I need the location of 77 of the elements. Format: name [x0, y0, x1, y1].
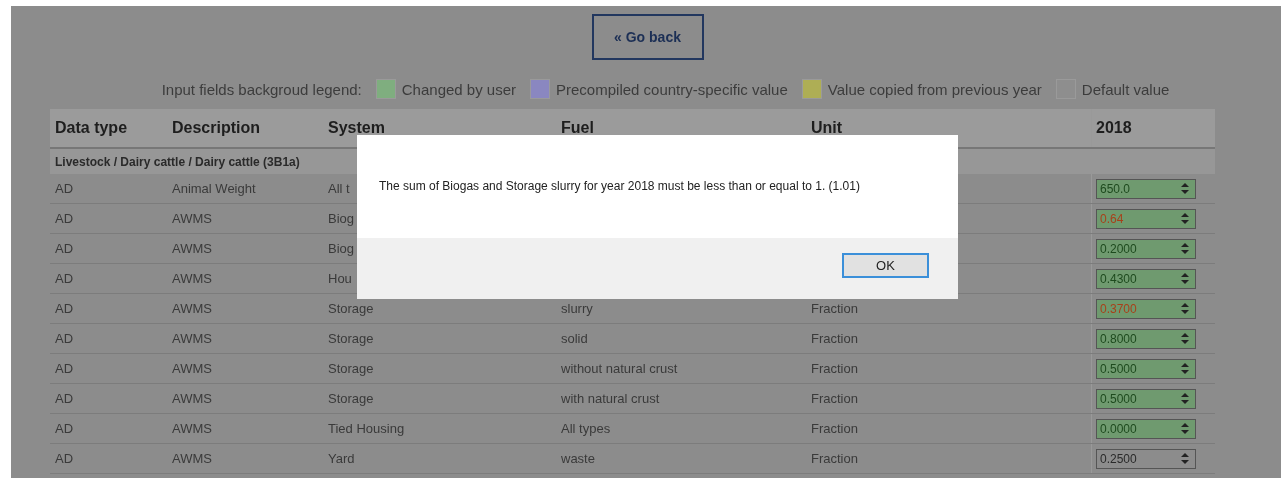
table-cell: Biog — [328, 241, 355, 256]
ok-button[interactable]: OK — [842, 253, 929, 278]
table-cell: without natural crust — [561, 361, 678, 376]
table-cell: Yard — [328, 451, 355, 466]
table-cell-text: AWMS — [171, 271, 213, 286]
table-cell: Fraction — [811, 301, 858, 316]
column-header: Data type — [54, 119, 129, 137]
table-cell-text: AD — [54, 391, 75, 406]
table-cell: Fraction — [811, 451, 858, 466]
table-cell: with natural crust — [561, 391, 660, 406]
table-cell: solid — [561, 331, 588, 346]
table-cell: Fraction — [811, 391, 858, 406]
number-input[interactable]: 0.0000 — [1096, 418, 1196, 439]
table-cell-text: AD — [54, 271, 75, 286]
table-cell-text: AD — [54, 331, 75, 346]
number-input[interactable]: 650.0 — [1096, 178, 1196, 199]
spinner-icon[interactable] — [1181, 363, 1189, 374]
table-cell-text: AWMS — [171, 421, 213, 436]
column-header: Fuel — [561, 119, 595, 137]
table-cell: slurry — [561, 301, 593, 316]
table-cell-text: AD — [54, 421, 75, 436]
table-cell: Fraction — [811, 361, 858, 376]
number-input[interactable]: 0.2000 — [1096, 238, 1196, 259]
column-header: System — [328, 119, 386, 137]
legend-text: Default value — [1081, 80, 1170, 98]
table-cell-text: AD — [54, 181, 75, 196]
table-cell-text: AD — [54, 241, 75, 256]
table-cell-text: AWMS — [171, 451, 213, 466]
legend-label: Input fields backgroud legend: — [161, 80, 362, 98]
spinner-icon[interactable] — [1181, 273, 1189, 284]
table-cell-text: AWMS — [171, 211, 213, 226]
table-cell: Storage — [328, 331, 374, 346]
column-header: Unit — [811, 119, 844, 137]
table-cell-text: AWMS — [171, 361, 213, 376]
number-input[interactable]: 0.4300 — [1096, 268, 1196, 289]
table-cell-text: AWMS — [171, 301, 213, 316]
spinner-icon[interactable] — [1181, 453, 1189, 464]
table-cell-text: AWMS — [171, 391, 213, 406]
table-cell: Biog — [328, 211, 355, 226]
table-cell: Storage — [328, 361, 374, 376]
spinner-icon[interactable] — [1181, 303, 1189, 314]
table-cell: All types — [561, 421, 611, 436]
table-cell: Tied Housing — [328, 421, 405, 436]
table-cell-text: AD — [54, 301, 75, 316]
table-cell: Storage — [328, 301, 374, 316]
table-cell: All t — [328, 181, 350, 196]
dialog-message: The sum of Biogas and Storage slurry for year 2018 must be less than or equal to 1. (1.01) — [379, 179, 860, 193]
go-back-button[interactable]: « Go back — [591, 14, 704, 60]
column-header: Description — [171, 119, 261, 137]
table-cell-text: AWMS — [171, 331, 213, 346]
spinner-icon[interactable] — [1181, 393, 1189, 404]
table-cell-text: AD — [54, 451, 75, 466]
spinner-icon[interactable] — [1181, 213, 1189, 224]
table-cell: Storage — [328, 391, 374, 406]
spinner-icon[interactable] — [1181, 183, 1189, 194]
section-heading: Livestock / Dairy cattle / Dairy cattle (3B1a) — [55, 154, 300, 169]
number-input[interactable]: 0.2500 — [1096, 448, 1196, 469]
table-cell: waste — [561, 451, 595, 466]
number-input[interactable]: 0.3700 — [1096, 298, 1196, 319]
spinner-icon[interactable] — [1181, 333, 1189, 344]
legend-text: Changed by user — [401, 80, 517, 98]
table-cell-text: AD — [54, 211, 75, 226]
legend-text: Value copied from previous year — [827, 80, 1042, 98]
legend-text: Precompiled country-specific value — [556, 80, 788, 98]
table-cell: Fraction — [811, 331, 858, 346]
number-input[interactable]: 0.64 — [1096, 208, 1196, 229]
number-input[interactable]: 0.8000 — [1096, 328, 1196, 349]
number-input[interactable]: 0.5000 — [1096, 388, 1196, 409]
table-cell-text: AD — [54, 361, 75, 376]
spinner-icon[interactable] — [1181, 423, 1189, 434]
table-cell: Fraction — [811, 421, 858, 436]
number-input[interactable]: 0.5000 — [1096, 358, 1196, 379]
table-cell-text: AWMS — [171, 241, 213, 256]
spinner-icon[interactable] — [1181, 243, 1189, 254]
column-header: 2018 — [1091, 109, 1215, 147]
table-cell: Hou — [328, 271, 352, 286]
table-cell-text: Animal Weight — [171, 181, 257, 196]
